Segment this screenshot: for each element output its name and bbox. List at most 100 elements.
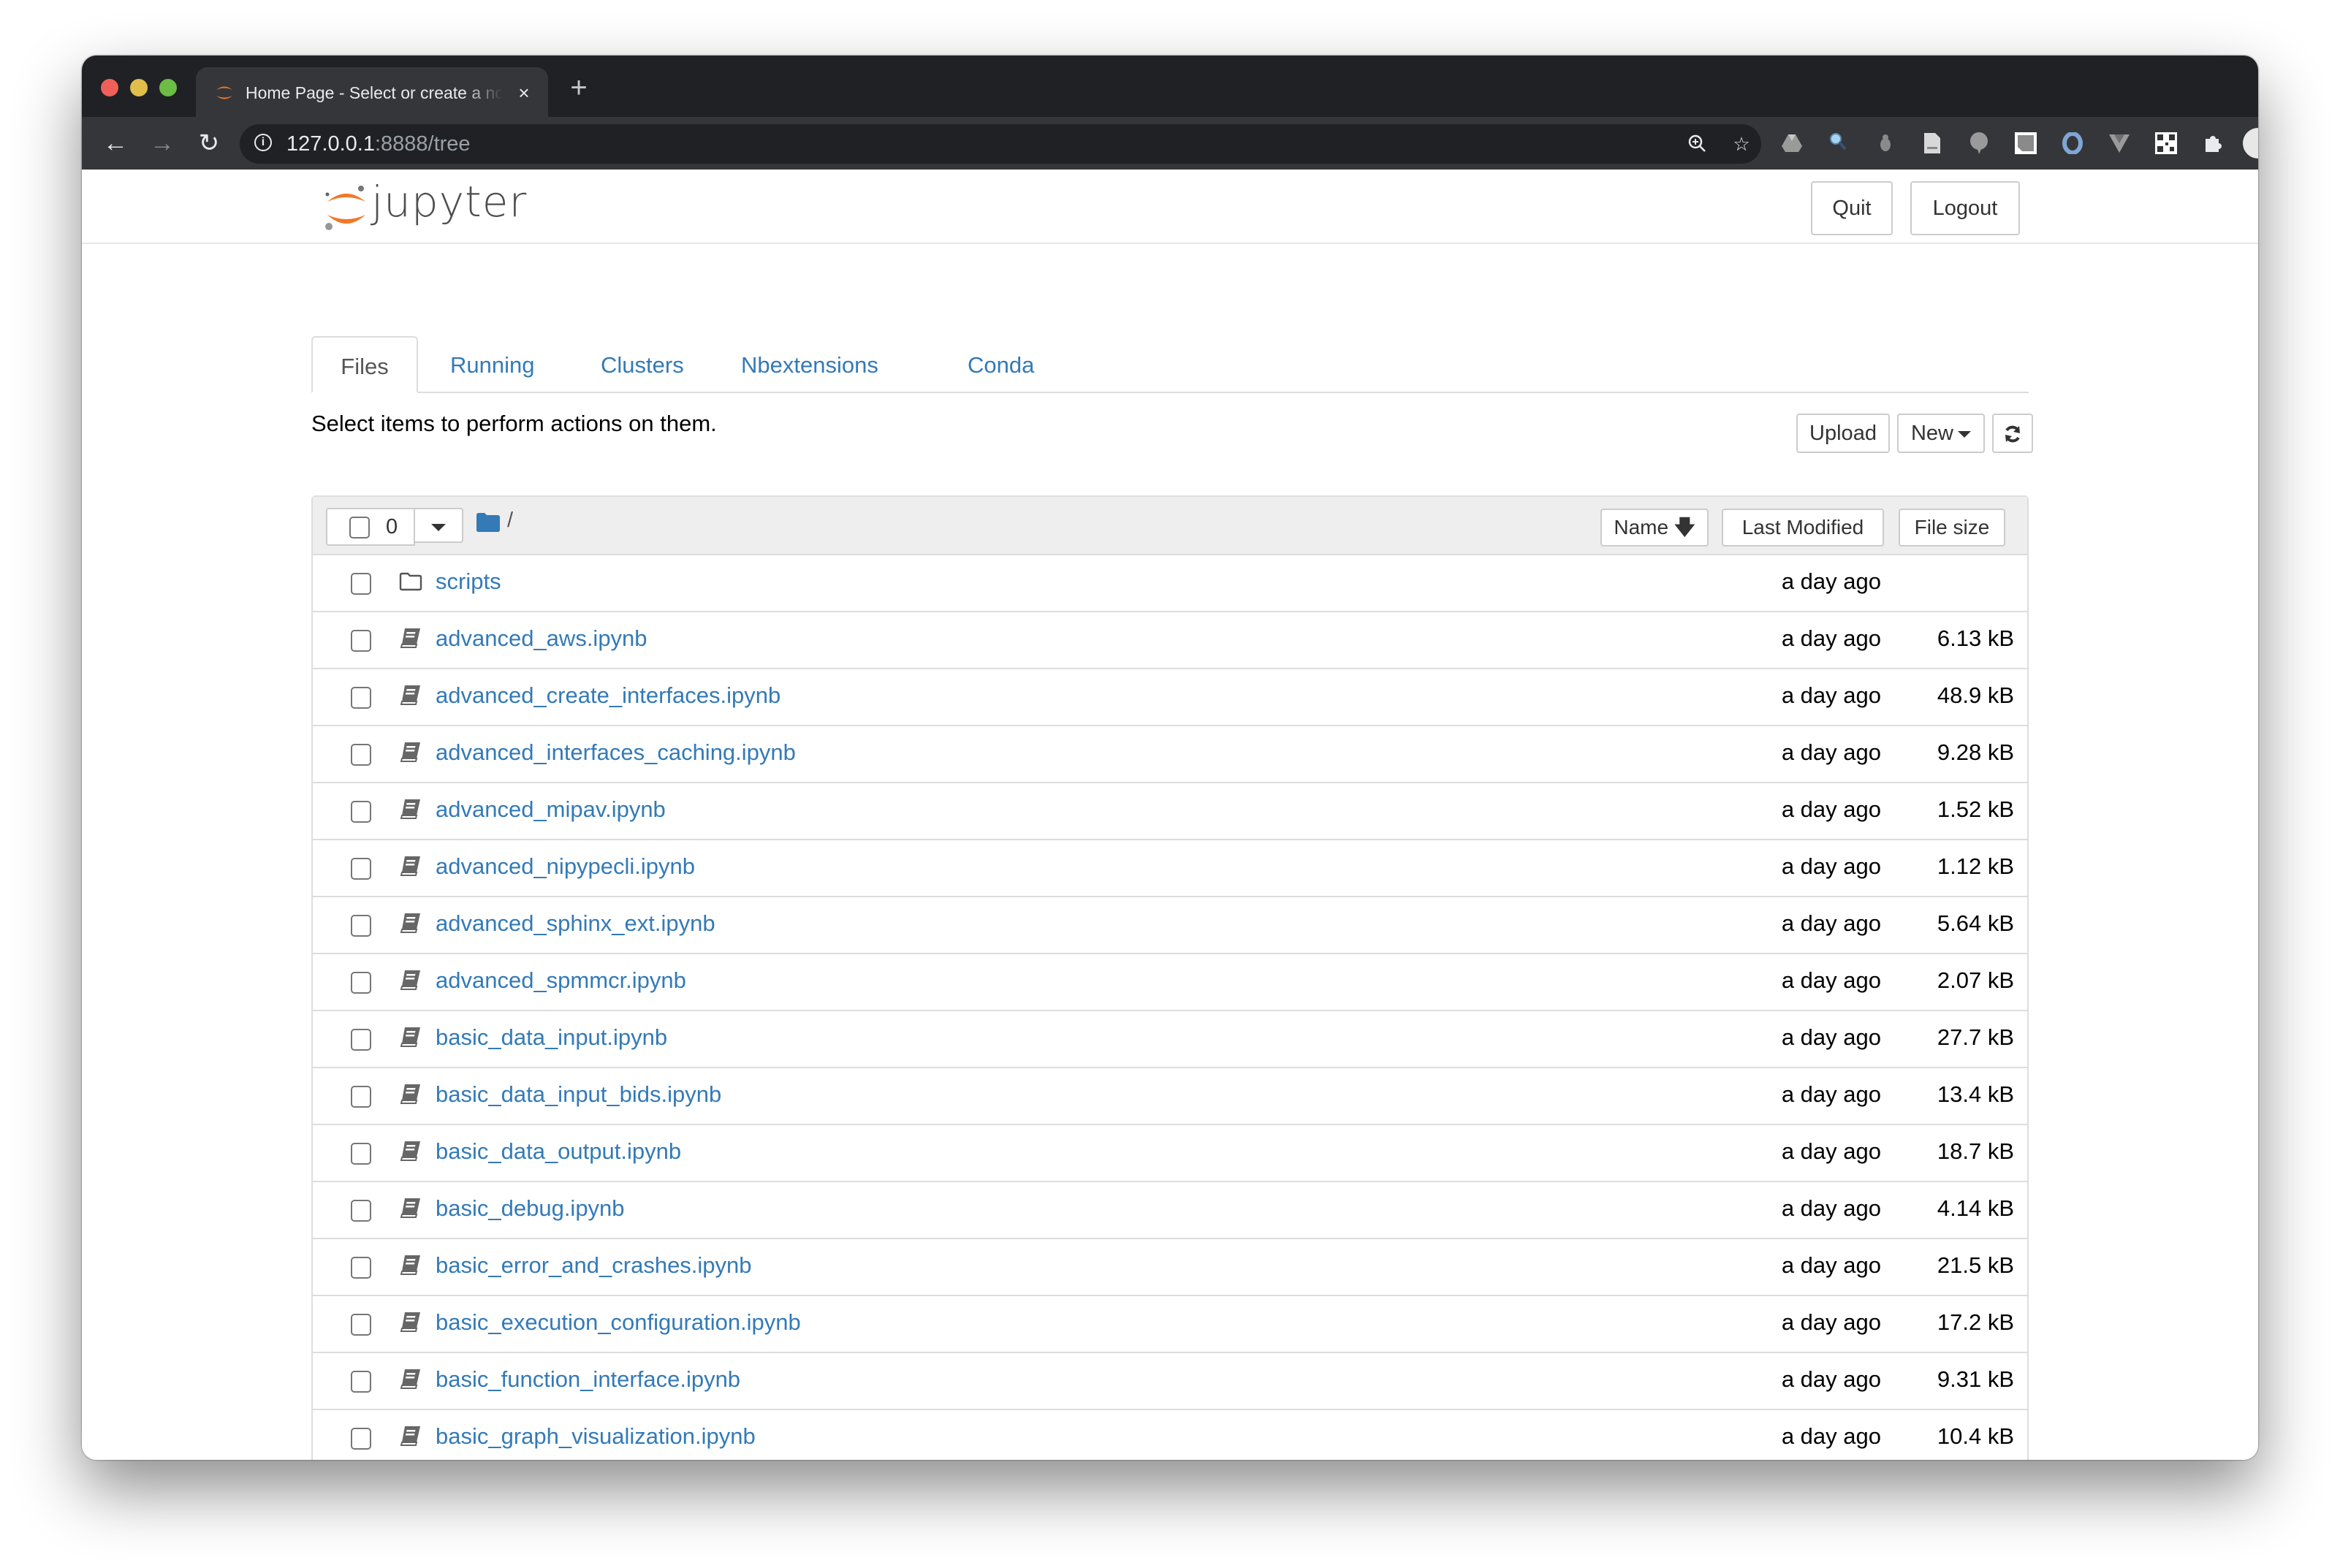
select-menu-button[interactable] <box>414 508 463 543</box>
row-checkbox[interactable] <box>351 801 371 823</box>
minimize-window-button[interactable] <box>130 79 148 96</box>
qr-code-icon[interactable] <box>2153 130 2179 156</box>
close-window-button[interactable] <box>101 79 118 96</box>
select-all-checkbox[interactable] <box>349 517 370 538</box>
bug-extension-icon[interactable] <box>1872 130 1899 156</box>
new-tab-button[interactable]: + <box>564 73 593 102</box>
zoom-icon[interactable] <box>1687 133 1709 155</box>
file-name-link[interactable]: advanced_spmmcr.ipynb <box>436 967 686 994</box>
site-info-icon[interactable]: i <box>254 134 272 151</box>
folder-icon[interactable] <box>476 513 500 532</box>
row-checkbox[interactable] <box>351 1086 371 1108</box>
file-row[interactable]: basic_execution_configuration.ipynb a da… <box>313 1296 2027 1353</box>
logout-button[interactable]: Logout <box>1910 181 2020 235</box>
row-checkbox[interactable] <box>351 630 371 652</box>
file-row[interactable]: advanced_create_interfaces.ipynb a day a… <box>313 669 2027 726</box>
sort-by-size-button[interactable]: File size <box>1899 509 2005 547</box>
file-row[interactable]: advanced_sphinx_ext.ipynb a day ago 5.64… <box>313 897 2027 954</box>
address-bar[interactable]: i 127.0.0.1:8888/tree ☆ <box>240 124 1761 164</box>
select-all-box[interactable]: 0 <box>326 508 415 546</box>
file-name-link[interactable]: advanced_create_interfaces.ipynb <box>436 682 780 709</box>
tab-files[interactable]: Files <box>311 336 418 393</box>
document-extension-icon[interactable] <box>1919 130 1945 156</box>
row-checkbox[interactable] <box>351 972 371 994</box>
file-name-link[interactable]: basic_execution_configuration.ipynb <box>436 1309 801 1336</box>
row-checkbox[interactable] <box>351 1371 371 1393</box>
forward-arrow-icon[interactable]: → <box>148 129 177 158</box>
google-drive-icon[interactable] <box>1779 130 1805 156</box>
file-name-link[interactable]: basic_debug.ipynb <box>436 1195 625 1222</box>
quit-button[interactable]: Quit <box>1811 181 1893 235</box>
notebook-icon <box>400 1255 420 1275</box>
row-checkbox[interactable] <box>351 1143 371 1165</box>
file-row[interactable]: basic_graph_visualization.ipynb a day ag… <box>313 1410 2027 1460</box>
tab-clusters[interactable]: Clusters <box>601 336 684 392</box>
tab-conda[interactable]: Conda <box>968 336 1034 392</box>
tab-running[interactable]: Running <box>450 336 534 392</box>
last-modified: a day ago <box>1781 853 1881 879</box>
file-name-link[interactable]: scripts <box>436 568 501 595</box>
file-row[interactable]: basic_function_interface.ipynb a day ago… <box>313 1353 2027 1410</box>
caret-down-icon <box>1958 430 1971 438</box>
ring-extension-icon[interactable] <box>2059 130 2086 156</box>
row-checkbox[interactable] <box>351 1428 371 1450</box>
file-row[interactable]: scripts a day ago <box>313 555 2027 612</box>
file-name-link[interactable]: basic_function_interface.ipynb <box>436 1366 740 1393</box>
browser-window: Home Page - Select or create a notebook … <box>82 56 2258 1460</box>
vue-devtools-icon[interactable] <box>2106 130 2132 156</box>
extensions-puzzle-icon[interactable] <box>2200 130 2226 156</box>
image-extension-icon[interactable] <box>2013 130 2039 156</box>
file-name-link[interactable]: basic_data_input.ipynb <box>436 1024 667 1051</box>
row-checkbox[interactable] <box>351 1257 371 1279</box>
refresh-icon <box>2005 425 2020 443</box>
new-dropdown-button[interactable]: New <box>1897 414 1985 453</box>
back-arrow-icon[interactable]: ← <box>101 129 130 158</box>
file-name-link[interactable]: basic_data_input_bids.ipynb <box>436 1081 721 1108</box>
row-checkbox[interactable] <box>351 915 371 937</box>
file-name-link[interactable]: advanced_sphinx_ext.ipynb <box>436 910 715 937</box>
jupyter-logo-text[interactable]: jupyter <box>371 177 527 227</box>
sort-by-name-button[interactable]: Name 🡇 <box>1600 509 1709 547</box>
file-size: 10.4 kB <box>1937 1423 2014 1449</box>
file-name-link[interactable]: advanced_interfaces_caching.ipynb <box>436 739 796 766</box>
tab-nbextensions[interactable]: Nbextensions <box>741 336 878 392</box>
browser-tab[interactable]: Home Page - Select or create a notebook … <box>196 67 548 117</box>
close-tab-icon[interactable]: × <box>513 82 535 104</box>
profile-avatar[interactable] <box>2242 127 2258 159</box>
row-checkbox[interactable] <box>351 573 371 595</box>
row-checkbox[interactable] <box>351 1029 371 1051</box>
file-row[interactable]: advanced_interfaces_caching.ipynb a day … <box>313 726 2027 783</box>
row-checkbox[interactable] <box>351 687 371 709</box>
file-row[interactable]: advanced_mipav.ipynb a day ago 1.52 kB <box>313 783 2027 840</box>
maximize-window-button[interactable] <box>159 79 177 96</box>
upload-button[interactable]: Upload <box>1796 414 1890 453</box>
speech-bubble-extension-icon[interactable] <box>1966 130 1992 156</box>
file-name-link[interactable]: basic_data_output.ipynb <box>436 1138 681 1165</box>
file-name-link[interactable]: advanced_mipav.ipynb <box>436 796 666 823</box>
reload-icon[interactable]: ↻ <box>194 129 224 158</box>
file-row[interactable]: basic_debug.ipynb a day ago 4.14 kB <box>313 1182 2027 1239</box>
row-checkbox[interactable] <box>351 858 371 880</box>
row-checkbox[interactable] <box>351 1200 371 1222</box>
file-row[interactable]: advanced_nipypecli.ipynb a day ago 1.12 … <box>313 840 2027 897</box>
jupyter-logo-icon[interactable] <box>317 178 376 237</box>
file-row[interactable]: basic_data_input.ipynb a day ago 27.7 kB <box>313 1011 2027 1068</box>
file-name-link[interactable]: advanced_aws.ipynb <box>436 625 647 652</box>
file-name-link[interactable]: advanced_nipypecli.ipynb <box>436 853 695 880</box>
bookmark-star-icon[interactable]: ☆ <box>1731 133 1752 155</box>
file-row[interactable]: basic_data_input_bids.ipynb a day ago 13… <box>313 1068 2027 1125</box>
file-name-link[interactable]: basic_error_and_crashes.ipynb <box>436 1252 752 1279</box>
row-checkbox[interactable] <box>351 1314 371 1336</box>
file-row[interactable]: advanced_aws.ipynb a day ago 6.13 kB <box>313 612 2027 669</box>
last-modified: a day ago <box>1781 1081 1881 1107</box>
breadcrumb-root[interactable]: / <box>507 509 513 533</box>
url-text[interactable]: 127.0.0.1:8888/tree <box>286 132 471 156</box>
file-row[interactable]: advanced_spmmcr.ipynb a day ago 2.07 kB <box>313 954 2027 1011</box>
file-row[interactable]: basic_data_output.ipynb a day ago 18.7 k… <box>313 1125 2027 1182</box>
magnifier-extension-icon[interactable] <box>1826 130 1852 156</box>
refresh-button[interactable] <box>1992 414 2033 453</box>
file-name-link[interactable]: basic_graph_visualization.ipynb <box>436 1423 756 1450</box>
sort-by-modified-button[interactable]: Last Modified <box>1722 509 1884 547</box>
row-checkbox[interactable] <box>351 744 371 766</box>
file-row[interactable]: basic_error_and_crashes.ipynb a day ago … <box>313 1239 2027 1296</box>
